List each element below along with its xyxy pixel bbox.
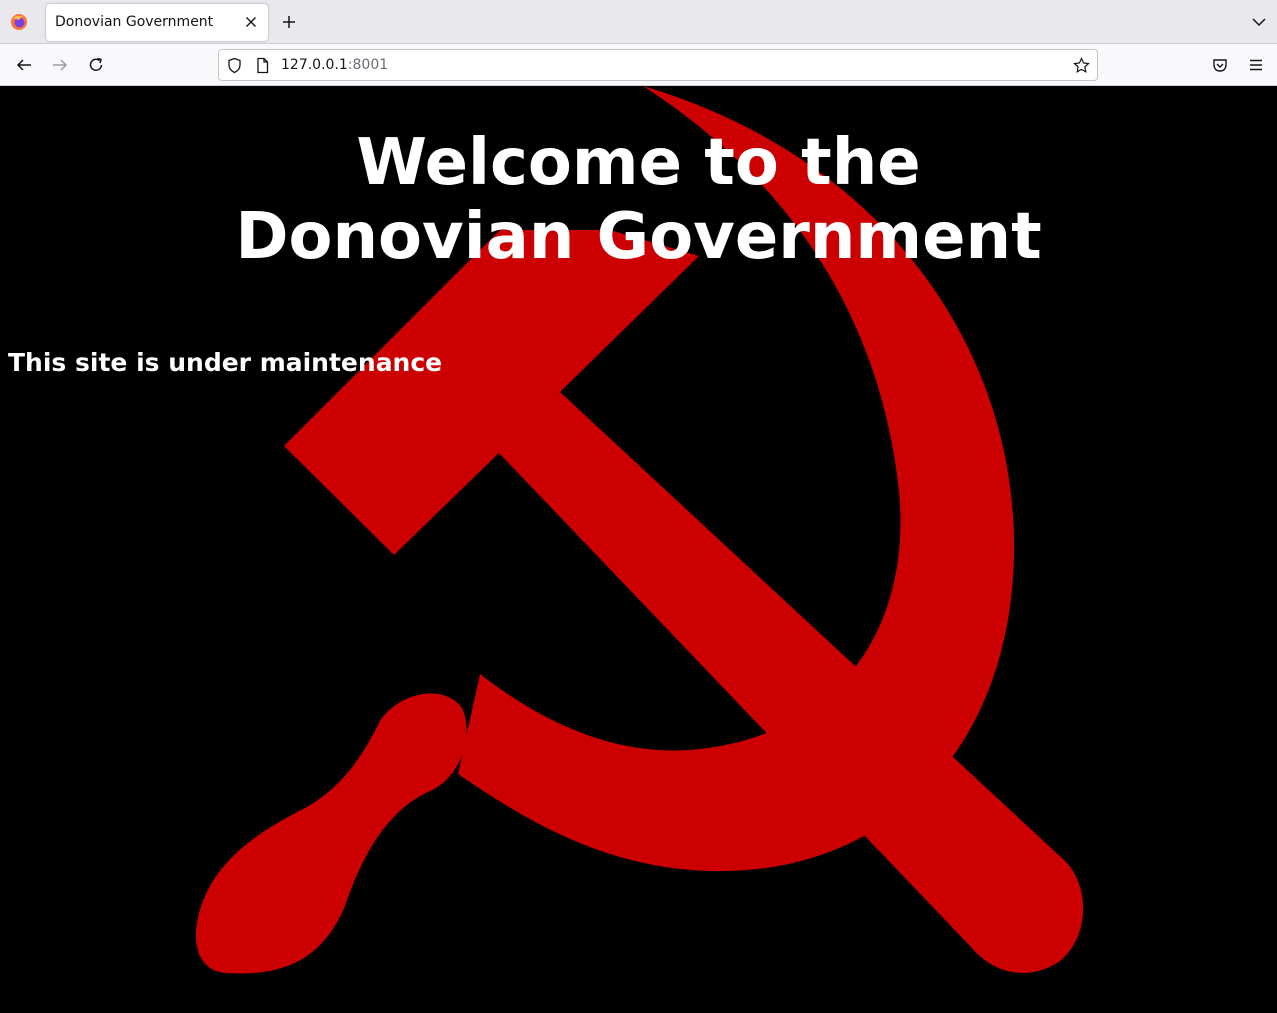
back-arrow-icon[interactable] bbox=[15, 56, 33, 74]
forward-arrow-icon[interactable] bbox=[51, 56, 69, 74]
menu-hamburger-icon[interactable] bbox=[1247, 56, 1265, 74]
page-content: Welcome to the Donovian Government This … bbox=[0, 86, 1277, 1013]
firefox-icon[interactable] bbox=[10, 13, 28, 31]
url-host: 127.0.0.1 bbox=[281, 57, 348, 73]
pocket-icon[interactable] bbox=[1211, 56, 1229, 74]
chevron-down-icon[interactable] bbox=[1251, 14, 1267, 30]
address-bar[interactable]: 127.0.0.1:8001 bbox=[218, 49, 1098, 81]
maintenance-notice: This site is under maintenance bbox=[8, 348, 443, 377]
tab-title: Donovian Government bbox=[55, 14, 214, 30]
sickle-handle bbox=[195, 693, 467, 974]
star-bookmark-icon[interactable] bbox=[1073, 57, 1090, 74]
new-tab-plus-icon[interactable] bbox=[280, 13, 298, 31]
reload-icon[interactable] bbox=[87, 56, 105, 74]
url-text[interactable]: 127.0.0.1:8001 bbox=[281, 57, 388, 73]
page-icon[interactable] bbox=[254, 57, 271, 74]
url-port: :8001 bbox=[347, 57, 389, 73]
close-icon[interactable] bbox=[242, 13, 260, 31]
page-headline: Welcome to the Donovian Government bbox=[235, 126, 1042, 274]
tab-strip: Donovian Government bbox=[0, 0, 1277, 44]
active-tab[interactable]: Donovian Government bbox=[46, 4, 268, 41]
navigation-toolbar: 127.0.0.1:8001 bbox=[0, 44, 1277, 86]
shield-icon[interactable] bbox=[226, 57, 243, 74]
